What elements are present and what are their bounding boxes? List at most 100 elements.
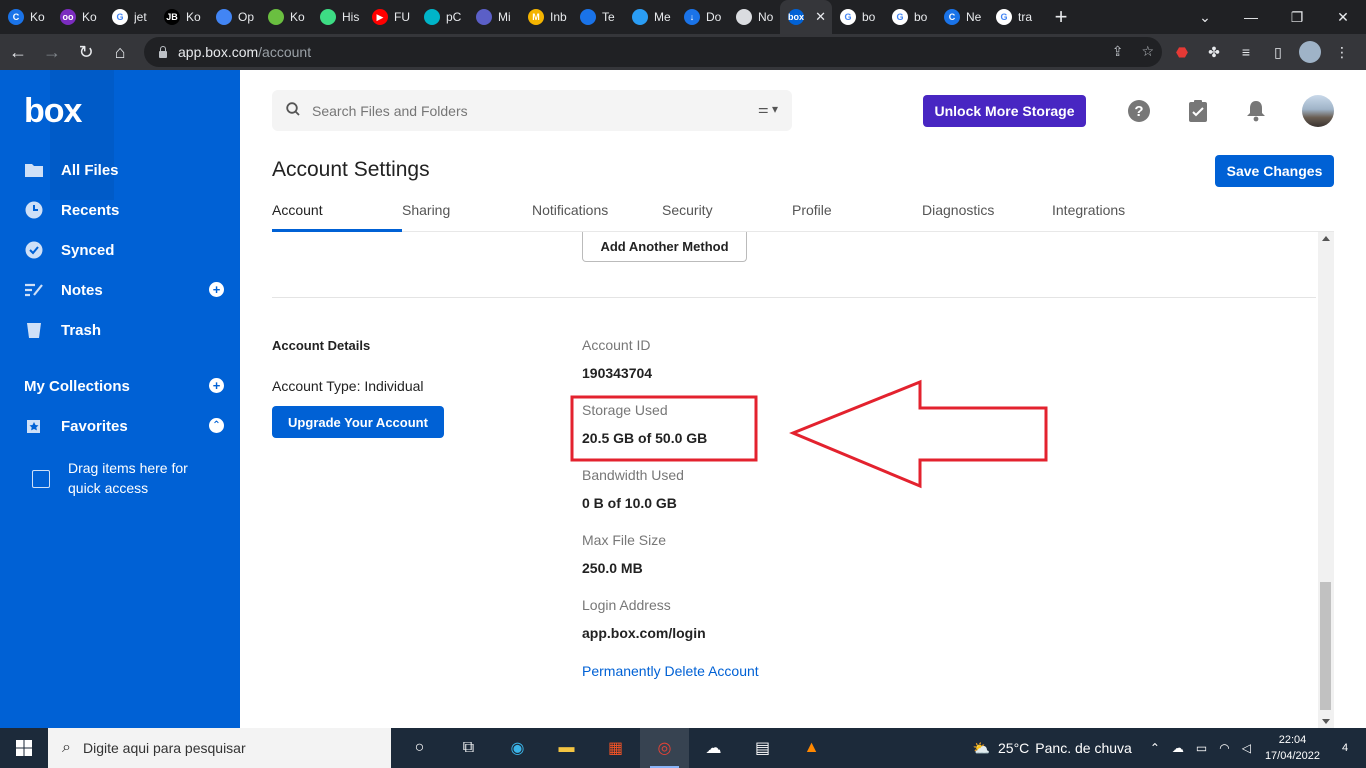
tasks-clipboard-icon[interactable]: [1186, 99, 1210, 123]
sidebar-my-collections[interactable]: My Collections +: [24, 374, 224, 398]
folder-icon: [24, 160, 44, 180]
sidebar-item-notes[interactable]: Notes +: [24, 278, 224, 302]
extensions-puzzle-icon[interactable]: ✤: [1200, 38, 1228, 66]
address-bar[interactable]: app.box.com/account ⇪ ☆: [144, 37, 1162, 67]
content-scrollbar[interactable]: [1318, 232, 1334, 728]
forward-button[interactable]: →: [36, 36, 68, 68]
chrome-icon[interactable]: ◎: [640, 728, 689, 768]
browser-tab[interactable]: ↓ Do: [676, 0, 728, 34]
home-button[interactable]: ⌂: [104, 36, 136, 68]
vlc-icon[interactable]: ▲: [787, 728, 836, 768]
chevron-up-icon[interactable]: ⌃: [209, 418, 224, 433]
browser-tab[interactable]: C Ko: [0, 0, 52, 34]
browser-tab[interactable]: Gjet: [104, 0, 156, 34]
tab-sharing[interactable]: Sharing: [402, 202, 450, 218]
account-type: Account Type: Individual: [272, 378, 424, 394]
help-icon[interactable]: ?: [1128, 100, 1150, 122]
tab-diagnostics[interactable]: Diagnostics: [922, 202, 994, 218]
minimize-button[interactable]: —: [1228, 0, 1274, 34]
browser-tab[interactable]: ▶ FU: [364, 0, 416, 34]
task-view-icon[interactable]: ⧉: [444, 728, 493, 768]
tab-security[interactable]: Security: [662, 202, 713, 218]
search-bar[interactable]: Search Files and Folders ⚌ ▾: [272, 90, 792, 131]
delete-account-link[interactable]: Permanently Delete Account: [582, 663, 759, 679]
tab-integrations[interactable]: Integrations: [1052, 202, 1125, 218]
browser-tab[interactable]: JB Ko: [156, 0, 208, 34]
browser-tab[interactable]: Me: [624, 0, 676, 34]
tab-notifications[interactable]: Notifications: [532, 202, 608, 218]
browser-tab[interactable]: oo Ko: [52, 0, 104, 34]
close-tab-icon[interactable]: ✕: [815, 9, 826, 25]
calculator-icon[interactable]: ▤: [738, 728, 787, 768]
tab-title: tra: [1018, 10, 1033, 24]
clock[interactable]: 22:04 17/04/2022: [1265, 732, 1320, 764]
browser-tab[interactable]: Gbo: [832, 0, 884, 34]
user-avatar[interactable]: [1302, 95, 1334, 127]
edge-icon[interactable]: ◉: [493, 728, 542, 768]
close-window-button[interactable]: ✕: [1320, 0, 1366, 34]
notifications-center-icon[interactable]: 4: [1332, 735, 1358, 761]
windows-start-icon[interactable]: [0, 728, 48, 768]
add-another-method-button[interactable]: Add Another Method: [582, 232, 747, 262]
browser-tab[interactable]: Mi: [468, 0, 520, 34]
sidebar-item-trash[interactable]: Trash: [24, 318, 224, 342]
file-explorer-icon[interactable]: ▬: [542, 728, 591, 768]
add-collection-icon[interactable]: +: [209, 378, 224, 393]
search-filter-icon[interactable]: ⚌ ▾: [758, 102, 778, 116]
battery-icon[interactable]: ▭: [1196, 741, 1207, 755]
browser-tab[interactable]: Gbo: [884, 0, 936, 34]
share-icon[interactable]: ⇪: [1112, 43, 1124, 60]
taskbar-search[interactable]: ⌕ Digite aqui para pesquisar: [48, 728, 391, 768]
menu-kebab-icon[interactable]: ⋮: [1328, 38, 1356, 66]
add-note-icon[interactable]: +: [209, 282, 224, 297]
reload-button[interactable]: ↻: [70, 36, 102, 68]
browser-tab[interactable]: Ko: [260, 0, 312, 34]
browser-tab[interactable]: M Inb: [520, 0, 572, 34]
browser-tab[interactable]: Op: [208, 0, 260, 34]
tab-account[interactable]: Account: [272, 202, 323, 218]
upgrade-account-button[interactable]: Upgrade Your Account: [272, 406, 444, 438]
scroll-up-arrow-icon[interactable]: [1322, 236, 1330, 241]
tab-title: No: [758, 10, 774, 24]
scroll-down-arrow-icon[interactable]: [1322, 719, 1330, 724]
notifications-bell-icon[interactable]: [1244, 99, 1268, 123]
tab-profile[interactable]: Profile: [792, 202, 832, 218]
store-icon[interactable]: ▦: [591, 728, 640, 768]
save-changes-button[interactable]: Save Changes: [1215, 155, 1334, 187]
adblock-icon[interactable]: ⬣: [1168, 38, 1196, 66]
media-queue-icon[interactable]: ≡: [1232, 38, 1260, 66]
onedrive-icon[interactable]: ☁: [1172, 741, 1184, 755]
system-tray: ⛅ 25°C Panc. de chuva ⌃ ☁ ▭ ◠ ◁ 22:04 17…: [973, 728, 1366, 768]
browser-tab[interactable]: boxbox✕: [780, 0, 832, 34]
side-panel-icon[interactable]: ▯: [1264, 38, 1292, 66]
browser-tab[interactable]: C Ne: [936, 0, 988, 34]
restore-button[interactable]: ❐: [1274, 0, 1320, 34]
browser-tab[interactable]: No: [728, 0, 780, 34]
tab-search-icon[interactable]: ⌄: [1182, 0, 1228, 34]
back-button[interactable]: ←: [2, 36, 34, 68]
cloud-sync-icon[interactable]: ☁: [689, 728, 738, 768]
cortana-icon[interactable]: ○: [395, 728, 444, 768]
bandwidth-used-value: 0 B of 10.0 GB: [582, 495, 677, 511]
new-tab-button[interactable]: +: [1044, 0, 1078, 34]
browser-tab[interactable]: His: [312, 0, 364, 34]
profile-avatar-icon[interactable]: [1296, 38, 1324, 66]
bookmark-star-icon[interactable]: ☆: [1141, 43, 1154, 60]
volume-icon[interactable]: ◁: [1242, 741, 1251, 755]
sidebar-item-recents[interactable]: Recents: [24, 198, 224, 222]
box-logo[interactable]: box: [24, 92, 82, 131]
weather-widget[interactable]: ⛅ 25°C Panc. de chuva: [973, 740, 1132, 757]
sidebar-item-synced[interactable]: Synced: [24, 238, 224, 262]
browser-tab[interactable]: pC: [416, 0, 468, 34]
sidebar-favorites[interactable]: Favorites ⌃: [24, 414, 224, 438]
star-icon: [24, 416, 44, 436]
browser-tab[interactable]: Gtra: [988, 0, 1040, 34]
search-input[interactable]: Search Files and Folders: [312, 103, 468, 119]
unlock-more-storage-button[interactable]: Unlock More Storage: [923, 95, 1086, 127]
taskbar-search-input[interactable]: Digite aqui para pesquisar: [83, 740, 246, 756]
show-hidden-icons-chevron-icon[interactable]: ⌃: [1150, 741, 1160, 755]
browser-tab[interactable]: Te: [572, 0, 624, 34]
sidebar-item-all-files[interactable]: All Files: [24, 158, 224, 182]
wifi-icon[interactable]: ◠: [1219, 741, 1229, 755]
scrollbar-thumb[interactable]: [1320, 582, 1331, 710]
